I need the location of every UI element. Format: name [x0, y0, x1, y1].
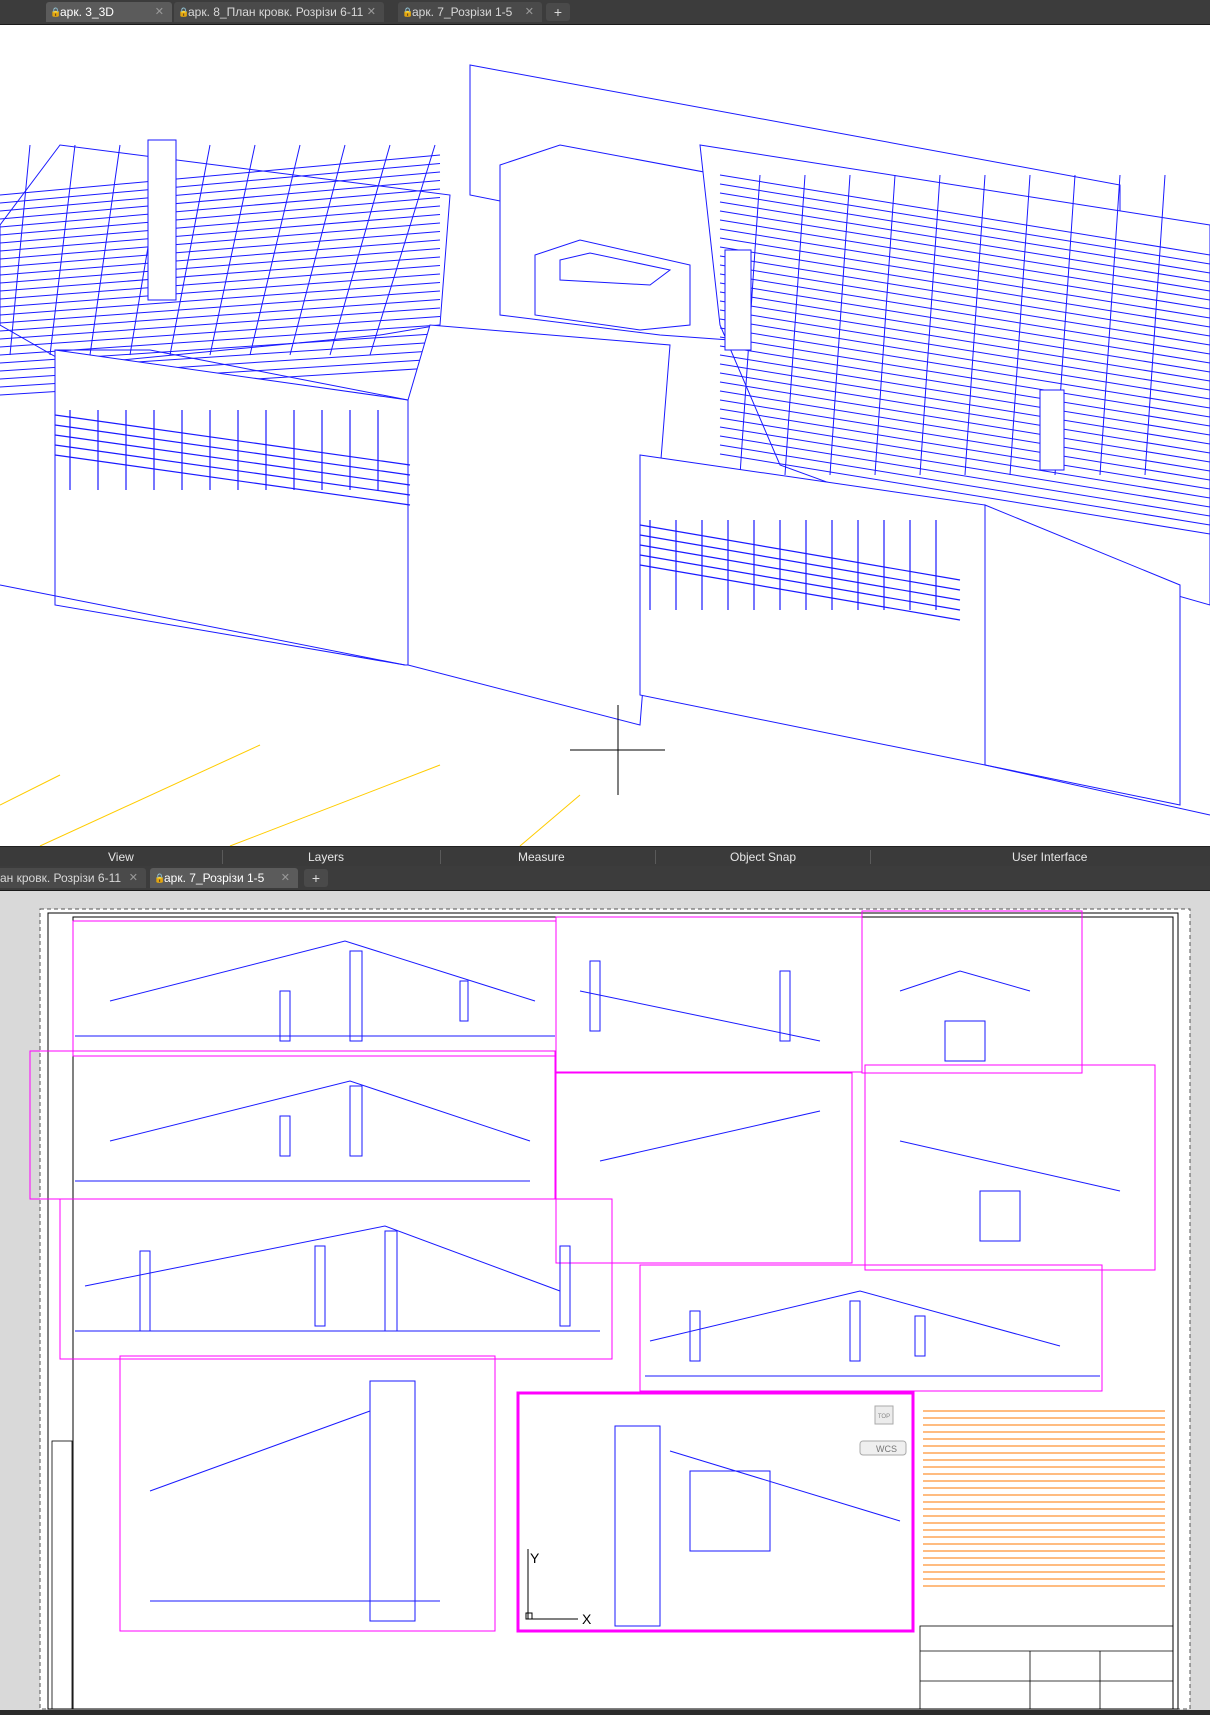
- lock-icon: 🔒: [154, 873, 166, 883]
- top-tab-bar: 🔒 арк. 3_3D ✕ 🔒 арк. 8_План кровк. Розрі…: [0, 0, 1210, 25]
- crosshair-cursor: [570, 705, 665, 795]
- tab-3d[interactable]: 🔒 арк. 3_3D ✕: [46, 2, 172, 22]
- bottom-tab-bar: ан кровк. Розрізи 6-11 ✕ 🔒 арк. 7_Розріз…: [0, 866, 1210, 891]
- model-viewport-3d[interactable]: [0, 25, 1210, 846]
- close-icon[interactable]: ✕: [155, 2, 164, 22]
- tab-label: арк. 3_3D: [60, 5, 114, 19]
- svg-text:X: X: [582, 1611, 592, 1627]
- tab-sections[interactable]: 🔒 арк. 7_Розрізи 1-5 ✕: [150, 868, 298, 888]
- tab-label: арк. 7_Розрізи 1-5: [164, 871, 265, 885]
- tab-sections[interactable]: 🔒 арк. 7_Розрізи 1-5 ✕: [398, 2, 542, 22]
- tab-label: арк. 8_План кровк. Розрізи 6-11: [188, 5, 364, 19]
- tab-label: арк. 7_Розрізи 1-5: [412, 5, 513, 19]
- tab-roof-plan[interactable]: ан кровк. Розрізи 6-11 ✕: [0, 868, 146, 888]
- close-icon[interactable]: ✕: [367, 2, 376, 22]
- close-icon[interactable]: ✕: [281, 868, 290, 888]
- lock-icon: 🔒: [50, 7, 62, 17]
- layout-sheet-viewport[interactable]: TOP WCS Y X: [0, 891, 1210, 1710]
- svg-text:TOP: TOP: [878, 1414, 890, 1420]
- lock-icon: 🔒: [402, 7, 414, 17]
- drawing-sheet: TOP WCS Y X: [0, 891, 1210, 1710]
- ribbon-panel-user-interface[interactable]: User Interface: [1012, 847, 1087, 867]
- svg-text:WCS: WCS: [876, 1444, 897, 1454]
- ribbon-panel-bar: View Layers Measure Object Snap User Int…: [0, 846, 1210, 867]
- ribbon-panel-view[interactable]: View: [108, 847, 134, 867]
- lock-icon: 🔒: [178, 7, 190, 17]
- ribbon-panel-layers[interactable]: Layers: [308, 847, 344, 867]
- new-tab-button[interactable]: +: [304, 869, 328, 887]
- tab-roof-plan[interactable]: 🔒 арк. 8_План кровк. Розрізи 6-11 ✕: [174, 2, 384, 22]
- svg-text:Y: Y: [530, 1550, 540, 1566]
- roof-3d-model: [0, 64, 1210, 846]
- close-icon[interactable]: ✕: [525, 2, 534, 22]
- ribbon-panel-object-snap[interactable]: Object Snap: [730, 847, 796, 867]
- new-tab-button[interactable]: +: [546, 3, 570, 21]
- ribbon-panel-measure[interactable]: Measure: [518, 847, 565, 867]
- close-icon[interactable]: ✕: [129, 868, 138, 888]
- tab-label: ан кровк. Розрізи 6-11: [0, 871, 122, 885]
